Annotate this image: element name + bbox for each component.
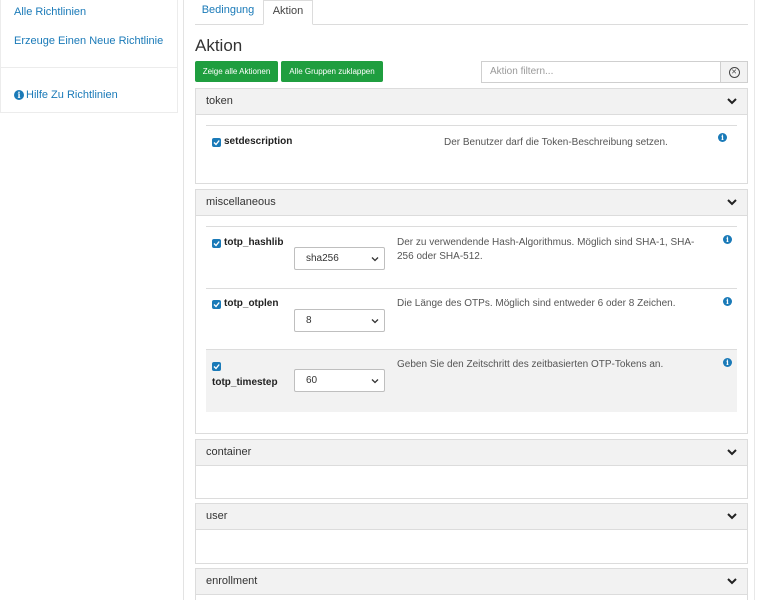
group-panel-enrollment: enrollment xyxy=(195,568,748,600)
select-value: sha256 xyxy=(306,253,339,264)
group-title: container xyxy=(206,446,252,458)
action-filter-input[interactable]: Aktion filtern... xyxy=(481,61,721,83)
option-description: Geben Sie den Zeitschritt des zeitbasier… xyxy=(397,359,664,370)
group-title: enrollment xyxy=(206,575,258,587)
sidebar: Alle Richtlinien Erzeuge Einen Neue Rich… xyxy=(0,0,178,113)
totp-timestep-select[interactable]: 60 xyxy=(294,369,385,392)
chevron-down-icon xyxy=(371,257,379,262)
select-value: 60 xyxy=(306,375,318,386)
option-row-totp-hashlib: totp_hashlib sha256 Der zu verwendende H… xyxy=(206,226,737,289)
chevron-down-icon xyxy=(727,98,737,105)
option-description: Der Benutzer darf die Token-Beschreibung… xyxy=(444,137,668,148)
info-icon: i xyxy=(14,90,24,101)
chevron-down-icon xyxy=(727,199,737,206)
info-icon[interactable]: i xyxy=(723,358,732,367)
setdescription-checkbox[interactable] xyxy=(212,138,221,147)
chevron-down-icon xyxy=(371,379,379,384)
info-icon[interactable]: i xyxy=(723,297,732,306)
clear-filter-button[interactable]: ✕ xyxy=(721,61,748,83)
select-value: 8 xyxy=(306,315,312,326)
sidebar-item-create-policy[interactable]: Erzeuge Einen Neue Richtlinie xyxy=(14,35,163,47)
option-name: totp_timestep xyxy=(212,377,278,388)
page-right-edge xyxy=(754,0,784,600)
tab-condition[interactable]: Bedingung xyxy=(195,0,261,24)
totp-otplen-checkbox[interactable] xyxy=(212,300,221,309)
option-row-totp-otplen: totp_otplen 8 Die Länge des OTPs. Möglic… xyxy=(206,288,737,350)
totp-hashlib-select[interactable]: sha256 xyxy=(294,247,385,270)
group-header-enrollment[interactable]: enrollment xyxy=(196,569,747,595)
group-header-miscellaneous[interactable]: miscellaneous xyxy=(196,190,747,216)
info-icon[interactable]: i xyxy=(723,235,732,244)
group-header-container[interactable]: container xyxy=(196,440,747,466)
option-description: Die Länge des OTPs. Möglich sind entwede… xyxy=(397,298,676,309)
option-name: totp_hashlib xyxy=(224,237,284,248)
tab-bar: Bedingung Aktion xyxy=(195,0,748,25)
totp-otplen-select[interactable]: 8 xyxy=(294,309,385,332)
chevron-down-icon xyxy=(727,513,737,520)
group-panel-token: token setdescription Der Benutzer darf d… xyxy=(195,88,748,184)
tab-action[interactable]: Aktion xyxy=(263,0,313,25)
info-icon[interactable]: i xyxy=(718,133,727,142)
group-panel-miscellaneous: miscellaneous totp_hashlib sha256 Der zu… xyxy=(195,189,748,434)
chevron-down-icon xyxy=(727,449,737,456)
group-panel-user: user xyxy=(195,503,748,564)
option-name: setdescription xyxy=(224,136,293,147)
option-description: Der zu verwendende Hash-Algorithmus. Mög… xyxy=(397,237,695,262)
sidebar-divider xyxy=(1,67,177,68)
option-row-setdescription: setdescription Der Benutzer darf die Tok… xyxy=(206,125,737,180)
chevron-down-icon xyxy=(727,578,737,585)
group-header-token[interactable]: token xyxy=(196,89,747,115)
sidebar-item-help[interactable]: i Hilfe Zu Richtlinien xyxy=(14,89,118,101)
sidebar-item-all-policies[interactable]: Alle Richtlinien xyxy=(14,6,86,18)
totp-timestep-checkbox[interactable] xyxy=(212,362,221,371)
sidebar-item-help-label: Hilfe Zu Richtlinien xyxy=(26,89,118,101)
group-header-user[interactable]: user xyxy=(196,504,747,530)
clear-icon: ✕ xyxy=(728,67,740,78)
collapse-all-groups-button[interactable]: Alle Gruppen zuklappen xyxy=(281,61,383,82)
group-title: miscellaneous xyxy=(206,196,276,208)
totp-hashlib-checkbox[interactable] xyxy=(212,239,221,248)
chevron-down-icon xyxy=(371,319,379,324)
option-name: totp_otplen xyxy=(224,298,279,309)
option-row-totp-timestep: totp_timestep 60 Geben Sie den Zeitschri… xyxy=(206,349,737,412)
show-all-actions-button[interactable]: Zeige alle Aktionen xyxy=(195,61,278,82)
group-title: user xyxy=(206,510,228,522)
group-panel-container: container xyxy=(195,439,748,499)
group-title: token xyxy=(206,95,233,107)
page-title: Aktion xyxy=(195,36,243,55)
